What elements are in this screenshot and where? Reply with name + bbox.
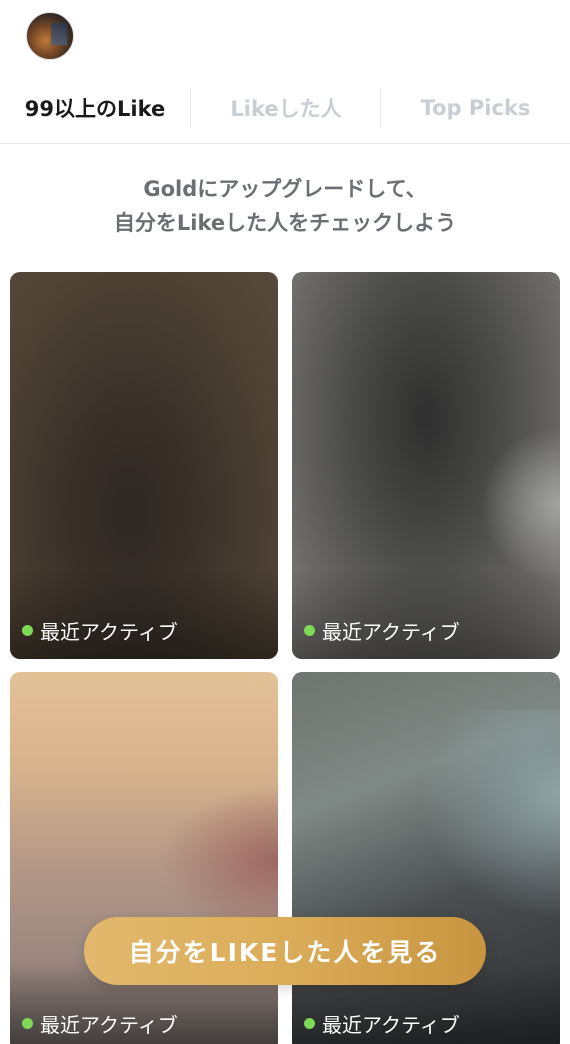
active-status-label: 最近アクティブ [40,1013,178,1037]
online-dot-icon [304,1018,315,1029]
active-status-label: 最近アクティブ [40,620,178,644]
tab-liked[interactable]: Likeした人 [191,72,381,144]
active-status-label: 最近アクティブ [322,1013,460,1037]
blurred-profile-card[interactable]: 最近アクティブ [10,672,278,1044]
promo-line-1: Goldにアップグレードして、 [143,177,427,201]
blurred-profile-card[interactable]: 最近アクティブ [292,672,560,1044]
tab-likes[interactable]: 99以上のLike [0,72,190,144]
active-status: 最近アクティブ [22,1009,178,1038]
profile-avatar-icon[interactable] [26,12,74,60]
tab-top-picks[interactable]: Top Picks [381,72,570,144]
top-bar [0,0,570,72]
online-dot-icon [304,625,315,636]
tab-bar: 99以上のLike Likeした人 Top Picks [0,72,570,144]
online-dot-icon [22,1018,33,1029]
active-status-label: 最近アクティブ [322,620,460,644]
blurred-profile-card[interactable]: 最近アクティブ [10,272,278,659]
online-dot-icon [22,625,33,636]
active-status: 最近アクティブ [304,616,460,645]
see-who-likes-you-button[interactable]: 自分をLIKEした人を見る [84,917,486,985]
active-status: 最近アクティブ [22,616,178,645]
card-shade [292,569,560,659]
card-shade [10,569,278,659]
promo-line-2: 自分をLikeした人をチェックしよう [113,211,457,235]
blurred-profile-card[interactable]: 最近アクティブ [292,272,560,659]
active-status: 最近アクティブ [304,1009,460,1038]
upgrade-promo-text: Goldにアップグレードして、 自分をLikeした人をチェックしよう [0,172,570,240]
